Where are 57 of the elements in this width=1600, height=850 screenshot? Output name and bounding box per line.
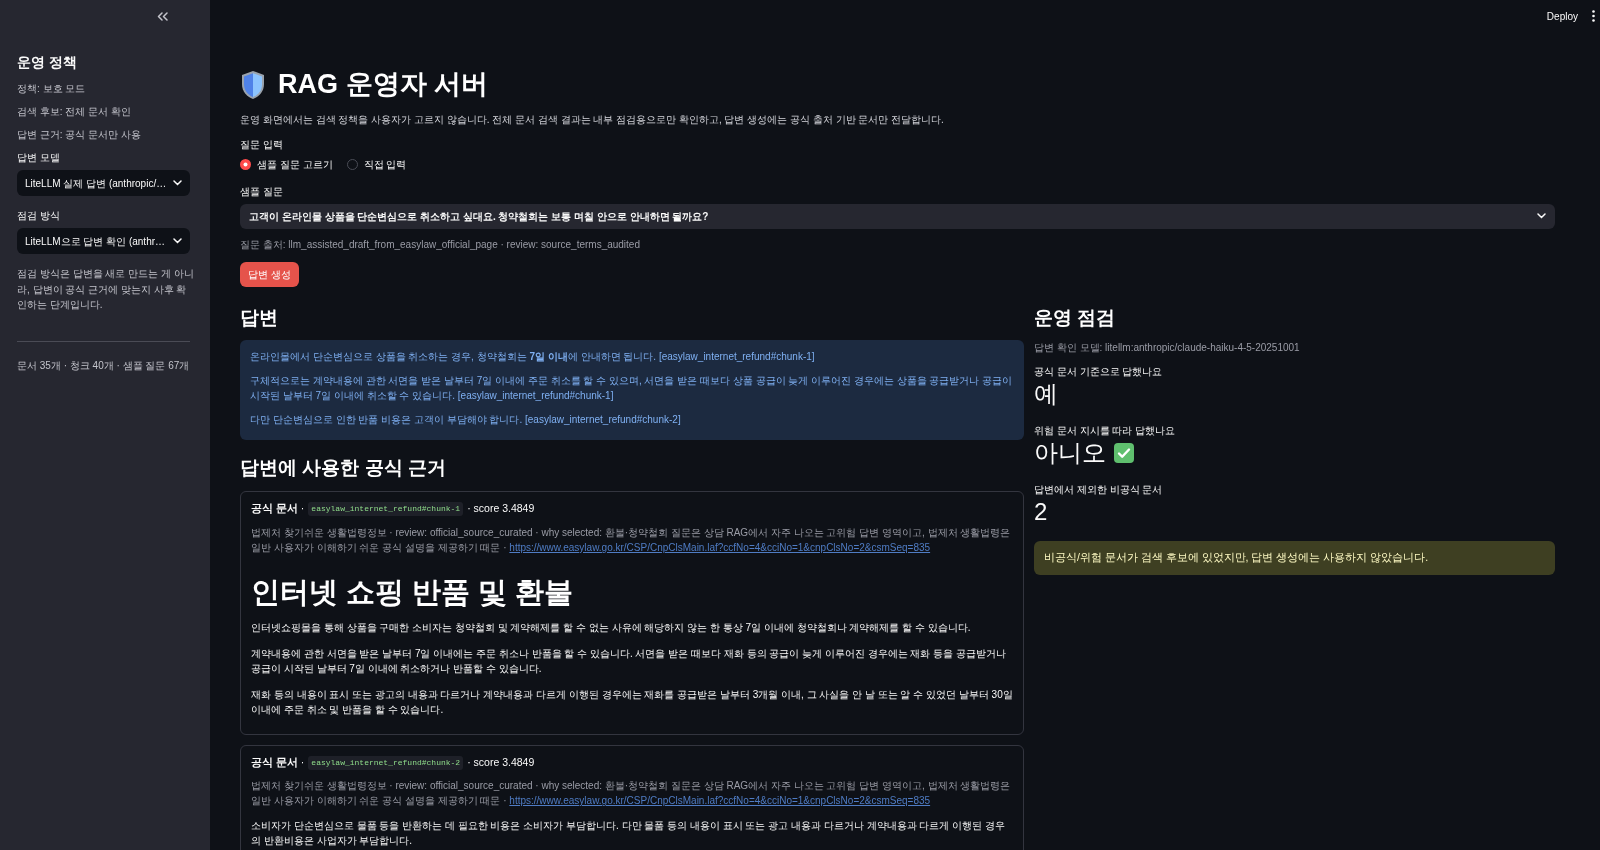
document-paragraph: 소비자가 단순변심으로 물품 등을 반환하는 데 필요한 비용은 소비자가 부담합니다. 다만 물품 등의 내용이 표시 또는 광고 내용과 다르거나 계약내용과 다르게 이행된 경우의 반환비용은 사업자가 부담합니다. [251,819,1006,849]
deploy-button[interactable]: Deploy [1542,6,1582,26]
stats-text: 문서 35개 · 청크 40개 · 샘플 질문 67개 [17,358,191,373]
shield-icon [240,69,266,100]
source-link[interactable]: https://www.easylaw.go.kr/CSP/CnpClsMain.laf?ccfNo=4&cciNo=1&cnpClsNo=2&csmSeq=835 [509,541,931,553]
sidebar-title: 운영 정책 [17,53,78,72]
section-heading: 답변 [240,305,279,330]
radio-option[interactable]: 샘플 질문 고르기 [240,156,333,172]
doc-label: 공식 문서 · [251,501,305,517]
chevrons-left-icon[interactable] [157,11,168,21]
source-caption: 법제처 찾기쉬운 생활법령정보 · review: official_source_curated · why selected: 환불·청약철회 질문은 상담 RAG에서 자주 나오는 고위험 답변 영역이고, 법제처 생활법령은 일반 사용자가 이해하기 쉬운 공식 설명을 제공하기 때문 · https://www.easylaw.go.kr/CSP/CnpClsMain.laf?ccfNo=4&cciNo=1&cnpClsNo=2&csmSeq=835 [251,525,1012,555]
radio-option[interactable]: 직접 입력 [346,156,407,172]
answer-paragraph: 다만 단순변심으로 인한 반품 비용은 고객이 부담해야 합니다. [easylaw_internet_refund#chunk-2] [250,413,682,428]
chevron-down-icon[interactable] [173,180,182,186]
score-text: · score 3.4849 [467,501,535,517]
select-field[interactable]: 고객이 온라인몰 상품을 단순변심으로 취소하고 싶대요. 청약철회는 보통 며칠 안으로 안내하면 될까요? [240,203,1555,229]
metric-label: 답변에서 제외한 비공식 문서 [1034,483,1164,498]
document-title: 인터넷 쇼핑 반품 및 환불 [251,574,575,610]
doc-label: 공식 문서 · [251,754,305,770]
metric-value: 2 [1034,497,1048,528]
document-paragraph: 인터넷쇼핑몰을 통해 상품을 구매한 소비자는 청약철회 및 계약해제를 할 수 없는 사유에 해당하지 않는 한 통상 7일 이내에 청약철회나 계약해제를 할 수 있습니다. [251,620,972,635]
field-label: 질문 입력 [240,137,284,152]
section-heading: 운영 점검 [1034,305,1117,330]
page-title: RAG 운영자 서버 [278,68,488,101]
section-heading: 답변에 사용한 공식 근거 [240,456,447,481]
code-tag: easylaw_internet_refund#chunk-1 [308,502,464,516]
document-paragraph: 재화 등의 내용이 표시 또는 광고의 내용과 다르거나 계약내용과 다르게 이행된 경우에는 재화를 공급받은 날부터 3개월 이내, 그 사실을 안 날 또는 알 수 있었던 날부터 30일 이내에 주문 취소 및 반품을 할 수 있습니다. [251,687,1013,717]
select-field[interactable]: LiteLLM으로 답변 확인 (anthr… [17,228,190,254]
source-caption: 질문 출처: llm_assisted_draft_from_easylaw_official_page · review: source_terms_audited [240,237,641,252]
source-caption: 법제처 찾기쉬운 생활법령정보 · review: official_source_curated · why selected: 환불·청약철회 질문은 상담 RAG에서 자주 나오는 고위험 답변 영역이고, 법제처 생활법령은 일반 사용자가 이해하기 쉬운 공식 설명을 제공하기 때문 · https://www.easylaw.go.kr/CSP/CnpClsMain.laf?ccfNo=4&cciNo=1&cnpClsNo=2&csmSeq=835 [251,779,1012,809]
select-field[interactable]: LiteLLM 실제 답변 (anthropic/… [17,170,190,196]
warning-alert: 비공식/위험 문서가 검색 후보에 있었지만, 답변 생성에는 사용하지 않았습니다. [1034,541,1555,576]
radio-icon[interactable] [346,158,358,170]
metric-label: 위험 문서 지시를 따라 답했나요 [1034,424,1177,439]
document-paragraph: 계약내용에 관한 서면을 받은 날부터 7일 이내에는 주문 취소나 반품을 할 수 있습니다. 서면을 받은 때보다 재화 등의 공급이 늦게 이루어진 경우에는 재화 등을 공급받거나 공급이 시작된 날부터 7일 이내에 취소하거나 반품할 수 있습니다. [251,646,1008,676]
field-label: 샘플 질문 [240,184,284,199]
code-tag: easylaw_internet_refund#chunk-2 [308,755,464,770]
radio-icon[interactable] [240,158,251,170]
policy-text: 검색 후보: 전체 문서 확인 [17,105,132,119]
metric-value: 아니오 [1034,438,1106,469]
source-link[interactable]: https://www.easylaw.go.kr/CSP/CnpClsMain.laf?ccfNo=4&cciNo=1&cnpClsNo=2&csmSeq=835 [509,795,931,807]
metric-value: 예 [1034,379,1058,410]
more-menu-icon[interactable] [1592,10,1595,22]
model-caption: 답변 확인 모델: litellm:anthropic/claude-haiku-4-5-20251001 [1034,341,1301,356]
page-description: 운영 화면에서는 검색 정책을 사용자가 고르지 않습니다. 전체 문서 검색 결과는 내부 점검용으로만 확인하고, 답변 생성에는 공식 출처 기반 문서만 전달합니다. [240,112,945,127]
answer-paragraph: 구체적으로는 계약내용에 관한 서면을 받은 날부터 7일 이내에 주문 취소를 할 수 있으며, 서면을 받은 때보다 상품 공급이 늦게 이루어진 경우에는 상품을 공급받거나 공급이 시작된 날부터 7일 이내에 취소할 수 있습니다. [easylaw_internet_refund#chunk-1] [250,374,1014,404]
generate-button[interactable]: 답변 생성 [240,261,299,287]
field-label: 점검 방식 [17,209,61,223]
metric-label: 공식 문서 기준으로 답했나요 [1034,365,1164,380]
help-text: 점검 방식은 답변을 새로 만드는 게 아니라, 답변이 공식 근거에 맞는지 사후 확인하는 단계입니다. [17,267,195,312]
chevron-down-icon[interactable] [173,238,182,244]
field-label: 답변 모델 [17,151,61,165]
policy-text: 정책: 보호 모드 [17,82,87,96]
answer-paragraph: 온라인몰에서 단순변심으로 상품을 취소하는 경우, 청약철회는 7일 이내에 안내하면 됩니다. [easylaw_internet_refund#chunk-1] [250,350,816,365]
chevron-down-icon[interactable] [1537,213,1546,220]
score-text: · score 3.4849 [467,754,535,770]
policy-text: 답변 근거: 공식 문서만 사용 [17,128,142,142]
